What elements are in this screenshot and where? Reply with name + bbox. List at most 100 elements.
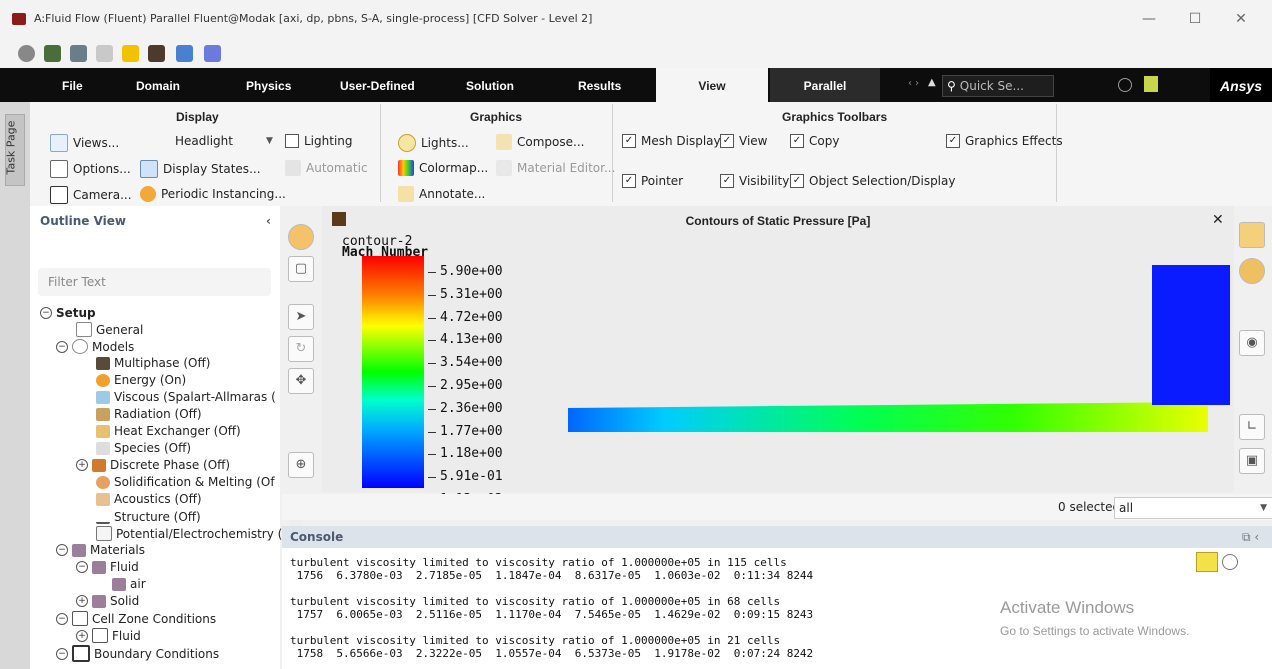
compose-button[interactable]: Compose...: [496, 134, 584, 150]
collapse-panel-icon[interactable]: ‹: [266, 206, 271, 236]
lighting-checkbox[interactable]: Lighting: [285, 134, 353, 148]
rotate-icon[interactable]: ↻: [288, 336, 314, 362]
camera-button[interactable]: Camera...: [50, 186, 132, 204]
views-button[interactable]: Views...: [50, 134, 119, 152]
visibility-eye-icon[interactable]: ◉: [1239, 330, 1265, 356]
tree-item-fluid-zone[interactable]: + Fluid: [76, 628, 141, 643]
task-page-tab[interactable]: Task Page: [4, 114, 25, 186]
graphics-effects-icon[interactable]: [1239, 258, 1265, 284]
mesh-display-checkbox[interactable]: ✓ Mesh Display: [622, 134, 721, 148]
tree-item-general[interactable]: General: [76, 322, 143, 337]
automatic-dropdown[interactable]: Automatic: [285, 160, 368, 176]
mesh-display-icon[interactable]: [288, 224, 314, 250]
general-icon: [76, 322, 92, 337]
axes-icon[interactable]: ∟: [1239, 414, 1265, 440]
tree-item-acoustics[interactable]: Acoustics (Off): [96, 492, 202, 506]
tree-item-energy[interactable]: Energy (On): [96, 373, 186, 387]
tab-domain[interactable]: Domain: [136, 68, 180, 102]
tree-item-potential[interactable]: Potential/Electrochemistry (: [96, 526, 282, 541]
legend-tick-label: 4.13e+00: [440, 332, 503, 348]
minimize-button[interactable]: —: [1126, 6, 1172, 32]
tree-item-radiation[interactable]: Radiation (Off): [96, 407, 202, 421]
copy-checkbox[interactable]: ✓ Copy: [790, 134, 839, 148]
tree-item-models[interactable]: − Models: [56, 339, 134, 354]
tree-item-solidification[interactable]: Solidification & Melting (Of: [96, 475, 275, 489]
pointer-checkbox[interactable]: ✓ Pointer: [622, 174, 683, 188]
tree-item-viscous[interactable]: Viscous (Spalart-Allmaras (: [96, 390, 276, 404]
solidification-icon: [96, 475, 110, 489]
lighting-toolbar-icon[interactable]: [1239, 222, 1265, 248]
tree-item-solid-material[interactable]: + Solid: [76, 594, 139, 608]
close-window-button[interactable]: ✕: [1218, 6, 1264, 32]
pan-icon[interactable]: ✥: [288, 368, 314, 394]
open-icon[interactable]: [18, 45, 35, 62]
tab-results[interactable]: Results: [578, 68, 621, 102]
maximize-button[interactable]: ☐: [1172, 6, 1218, 32]
info-icon[interactable]: [1222, 554, 1238, 570]
mds-icon[interactable]: [204, 45, 221, 62]
expand-icon[interactable]: +: [76, 629, 88, 642]
graphics-window[interactable]: Contours of Static Pressure [Pa] ✕ conto…: [322, 206, 1234, 507]
tree-item-multiphase[interactable]: Multiphase (Off): [96, 356, 210, 370]
quick-search-input[interactable]: ⚲ Quick Se...: [942, 75, 1054, 97]
tab-parallel[interactable]: Parallel: [770, 68, 880, 102]
tab-view[interactable]: View: [656, 68, 768, 102]
tree-item-structure[interactable]: Structure (Off): [96, 509, 201, 524]
workbench-icon[interactable]: [148, 45, 165, 62]
tree-item-species[interactable]: Species (Off): [96, 441, 191, 455]
tab-solution[interactable]: Solution: [466, 68, 514, 102]
expand-icon[interactable]: +: [76, 595, 88, 607]
tree-item-air[interactable]: air: [112, 577, 146, 591]
save-data-icon[interactable]: [70, 45, 87, 62]
collapse-icon[interactable]: −: [56, 647, 68, 660]
legend-tick-mark: [428, 272, 436, 273]
tree-item-heat-exchanger[interactable]: Heat Exchanger (Off): [96, 424, 241, 438]
visibility-checkbox[interactable]: ✓ Visibility: [720, 174, 789, 188]
expand-icon[interactable]: +: [76, 459, 88, 471]
headlight-dropdown[interactable]: Headlight ▼: [175, 134, 273, 148]
tree-item-setup[interactable]: − Setup: [40, 306, 96, 320]
help-icon[interactable]: [1118, 78, 1132, 92]
graphics-effects-checkbox[interactable]: ✓ Graphics Effects: [946, 134, 1063, 148]
collapse-icon[interactable]: −: [56, 340, 68, 353]
view-toolbar-checkbox[interactable]: ✓ View: [720, 134, 767, 148]
collapse-icon[interactable]: −: [76, 561, 88, 573]
filter-text-input[interactable]: Filter Text: [38, 268, 271, 296]
periodic-instancing-button[interactable]: Periodic Instancing...: [140, 186, 286, 202]
tree-item-cell-zone-conditions[interactable]: − Cell Zone Conditions: [56, 611, 216, 626]
warning-icon[interactable]: [1196, 552, 1218, 572]
tree-item-materials[interactable]: − Materials: [56, 543, 145, 557]
tree-item-fluid-material[interactable]: − Fluid: [76, 560, 139, 574]
lightning-icon[interactable]: [122, 45, 139, 62]
collapse-ribbon-icon[interactable]: ▲: [928, 77, 936, 88]
pointer-icon[interactable]: ➤: [288, 304, 314, 330]
copy-screen-icon[interactable]: ▣: [1239, 448, 1265, 474]
annotate-button[interactable]: Annotate...: [398, 186, 485, 202]
console-panel[interactable]: Console ⧉ ‹ turbulent viscosity limited …: [282, 526, 1272, 669]
options-button[interactable]: Options...: [50, 160, 131, 178]
close-graphics-button[interactable]: ✕: [1212, 212, 1224, 228]
tree-item-boundary-conditions[interactable]: − Boundary Conditions: [56, 645, 219, 662]
refresh-icon[interactable]: [96, 45, 113, 62]
selection-filter-dropdown[interactable]: all ▼: [1114, 497, 1272, 519]
zoom-icon[interactable]: ⊕: [288, 452, 314, 478]
console-options-icon[interactable]: ⧉ ‹: [1242, 526, 1259, 548]
console-line: turbulent viscosity limited to viscosity…: [290, 556, 787, 569]
save-case-icon[interactable]: [44, 45, 61, 62]
tab-file[interactable]: File: [62, 68, 83, 102]
collapse-icon[interactable]: −: [56, 612, 68, 625]
tab-user-defined[interactable]: User-Defined: [340, 68, 415, 102]
colormap-button[interactable]: Colormap...: [398, 160, 488, 176]
display-states-button[interactable]: Display States...: [140, 160, 261, 178]
collapse-icon[interactable]: −: [40, 307, 52, 319]
lights-button[interactable]: Lights...: [398, 134, 469, 152]
parameters-icon[interactable]: [176, 45, 193, 62]
object-selection-checkbox[interactable]: ✓ Object Selection/Display: [790, 174, 955, 188]
notebook-icon[interactable]: [1144, 76, 1158, 92]
tree-item-discrete-phase[interactable]: + Discrete Phase (Off): [76, 458, 230, 472]
tab-physics[interactable]: Physics: [246, 68, 291, 102]
material-editor-button[interactable]: Material Editor...: [496, 160, 615, 176]
bounding-box-icon[interactable]: ▢: [288, 256, 314, 282]
tab-scroll-arrows[interactable]: ‹ ›: [908, 78, 919, 89]
collapse-icon[interactable]: −: [56, 544, 68, 556]
